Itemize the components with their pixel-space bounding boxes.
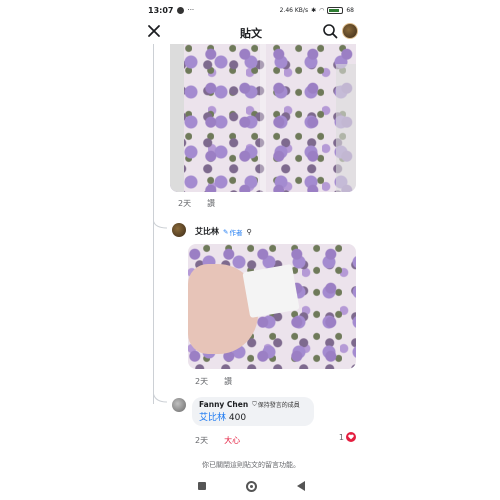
reply-connector-2	[153, 390, 168, 403]
commenter-row: Fanny Chen ⛉ 保持發言的成員	[199, 400, 307, 409]
author-badge: ✎ 作者	[223, 227, 242, 237]
post1-time: 2天	[178, 199, 192, 208]
home-icon[interactable]	[245, 480, 257, 492]
comment-text: 艾比林 400	[199, 410, 307, 423]
battery-level: 68	[346, 6, 354, 14]
reply-connector	[153, 218, 168, 229]
clothing-tag	[242, 264, 300, 318]
commenter-name[interactable]: Fanny Chen	[199, 400, 248, 409]
comment-body: 400	[226, 413, 247, 423]
author-comment-meta: 2天 讚	[195, 376, 232, 387]
top-app-bar: 貼文	[140, 20, 362, 44]
author-badge-label: 作者	[229, 228, 243, 237]
post-image-shirt[interactable]	[170, 44, 356, 192]
post1-meta: 2天 讚	[178, 198, 215, 209]
status-time: 13:07	[148, 5, 174, 15]
rising-star-icon: ⚲	[246, 227, 252, 236]
author-comment-like-button[interactable]: 讚	[224, 376, 232, 387]
system-nav-bar	[140, 472, 362, 500]
back-icon[interactable]	[296, 481, 305, 491]
status-bar: 13:07 ··· 2.46 KB/s ✱ ◠ 68	[148, 4, 354, 16]
reaction-count: 1	[338, 432, 344, 442]
comments-closed-notice: 你已關閉這則貼文的留言功能。	[202, 461, 300, 469]
status-more-dots: ···	[187, 6, 195, 14]
reaction-summary[interactable]: 1	[339, 432, 356, 442]
wifi-icon: ◠	[319, 6, 325, 14]
messenger-icon	[177, 6, 185, 14]
net-speed: 2.46 KB/s	[279, 6, 309, 14]
commenter-avatar[interactable]	[172, 398, 186, 412]
battery-icon	[327, 6, 344, 14]
author-row: 艾比林 ✎ 作者 ⚲	[195, 226, 252, 237]
comment2-meta: 2天 大心	[195, 435, 240, 446]
author-comment-time: 2天	[195, 377, 209, 386]
post1-like-button[interactable]: 讚	[207, 198, 215, 209]
search-icon[interactable]	[322, 23, 338, 39]
status-right-group: 2.46 KB/s ✱ ◠ 68	[279, 6, 354, 14]
image-background-right	[336, 64, 356, 192]
shirt-button-placket	[260, 44, 266, 192]
recent-apps-icon[interactable]	[197, 482, 206, 490]
pencil-icon: ✎	[223, 227, 229, 236]
comment2-time: 2天	[195, 436, 209, 445]
member-badge: ⛉ 保持發言的成員	[252, 400, 300, 410]
comment-mention[interactable]: 艾比林	[199, 413, 226, 423]
profile-avatar[interactable]	[342, 23, 358, 39]
author-name[interactable]: 艾比林	[195, 226, 219, 237]
comment2-love-button[interactable]: 大心	[224, 435, 240, 446]
comment-bubble: Fanny Chen ⛉ 保持發言的成員 艾比林 400	[192, 397, 314, 426]
phone-screen: 13:07 ··· 2.46 KB/s ✱ ◠ 68 貼文 2天 讚 艾比林 ✎…	[140, 0, 362, 500]
shield-icon: ⛉	[252, 400, 257, 408]
love-reaction-icon	[346, 432, 356, 442]
author-avatar[interactable]	[172, 223, 186, 237]
comment-image-label[interactable]	[188, 244, 356, 369]
bluetooth-icon: ✱	[311, 6, 317, 14]
member-badge-label: 保持發言的成員	[257, 402, 300, 409]
image-background-left	[170, 44, 184, 192]
